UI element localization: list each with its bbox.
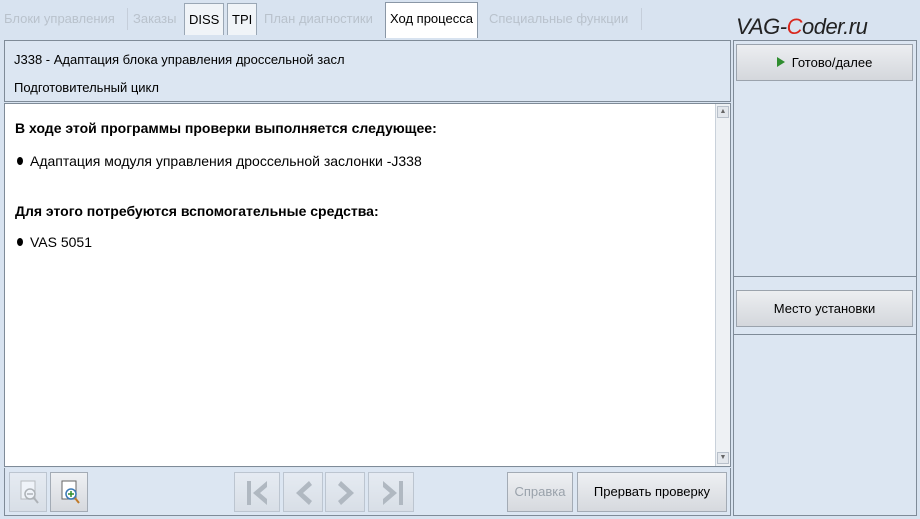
bullet-icon [17,157,23,165]
tab-separator [641,8,642,30]
procedure-subtitle: Подготовительный цикл [14,80,159,95]
tab-process[interactable]: Ход процесса [385,2,478,38]
procedure-header: J338 - Адаптация блока управления дроссе… [4,40,731,102]
instruction-panel: В ходе этой программы проверки выполняет… [4,103,731,467]
list-item-label: VAS 5051 [30,234,93,250]
scroll-up-arrow-icon[interactable]: ▲ [717,106,729,118]
abort-test-button[interactable]: Прервать проверку [577,472,727,512]
installation-location-label: Место установки [773,301,876,316]
skip-first-icon [247,481,267,505]
vertical-scrollbar[interactable]: ▲ ▼ [715,104,730,466]
tab-tpi[interactable]: TPI [227,3,258,35]
zoom-out-icon [20,480,39,504]
tab-diagnostic-plan[interactable]: План диагностики [260,3,377,35]
first-page-button[interactable] [234,472,280,512]
watermark-logo: VAG-Coder.ru [736,14,868,40]
zoom-in-icon [61,480,80,504]
bullet-icon [17,238,23,246]
watermark-accent: C [786,14,803,39]
tab-orders[interactable]: Заказы [129,3,180,35]
tab-diss[interactable]: DISS [184,3,225,35]
chevron-right-icon [338,481,354,505]
zoom-out-button[interactable] [9,472,47,512]
next-button[interactable] [325,472,365,512]
side-divider [734,276,916,277]
instruction-text: В ходе этой программы проверки выполняет… [15,120,705,250]
skip-last-icon [383,481,403,505]
list-item: VAS 5051 [17,234,92,250]
list-item: Адаптация модуля управления дроссельной … [17,153,422,169]
chevron-left-icon [296,481,312,505]
procedure-title: J338 - Адаптация блока управления дроссе… [14,52,345,67]
section-heading-actions: В ходе этой программы проверки выполняет… [15,120,437,136]
side-divider [734,334,916,335]
bottom-toolbar: Справка Прервать проверку [4,468,731,516]
done-next-label: Готово/далее [791,55,873,70]
scroll-down-arrow-icon[interactable]: ▼ [717,452,729,464]
play-arrow-icon [776,57,785,67]
done-next-button[interactable]: Готово/далее [736,44,913,81]
list-item-label: Адаптация модуля управления дроссельной … [30,153,422,169]
watermark-prefix: VAG- [736,14,787,39]
tab-control-units[interactable]: Блоки управления [0,3,119,35]
previous-button[interactable] [283,472,323,512]
help-button[interactable]: Справка [507,472,573,512]
side-panel: Готово/далее Место установки [733,40,917,516]
section-heading-tools: Для этого потребуются вспомогательные ср… [15,203,379,219]
tab-separator [127,8,128,30]
watermark-suffix: oder.ru [801,14,868,39]
tab-special-functions[interactable]: Специальные функции [485,3,632,35]
installation-location-button[interactable]: Место установки [736,290,913,327]
zoom-in-button[interactable] [50,472,88,512]
last-page-button[interactable] [368,472,414,512]
